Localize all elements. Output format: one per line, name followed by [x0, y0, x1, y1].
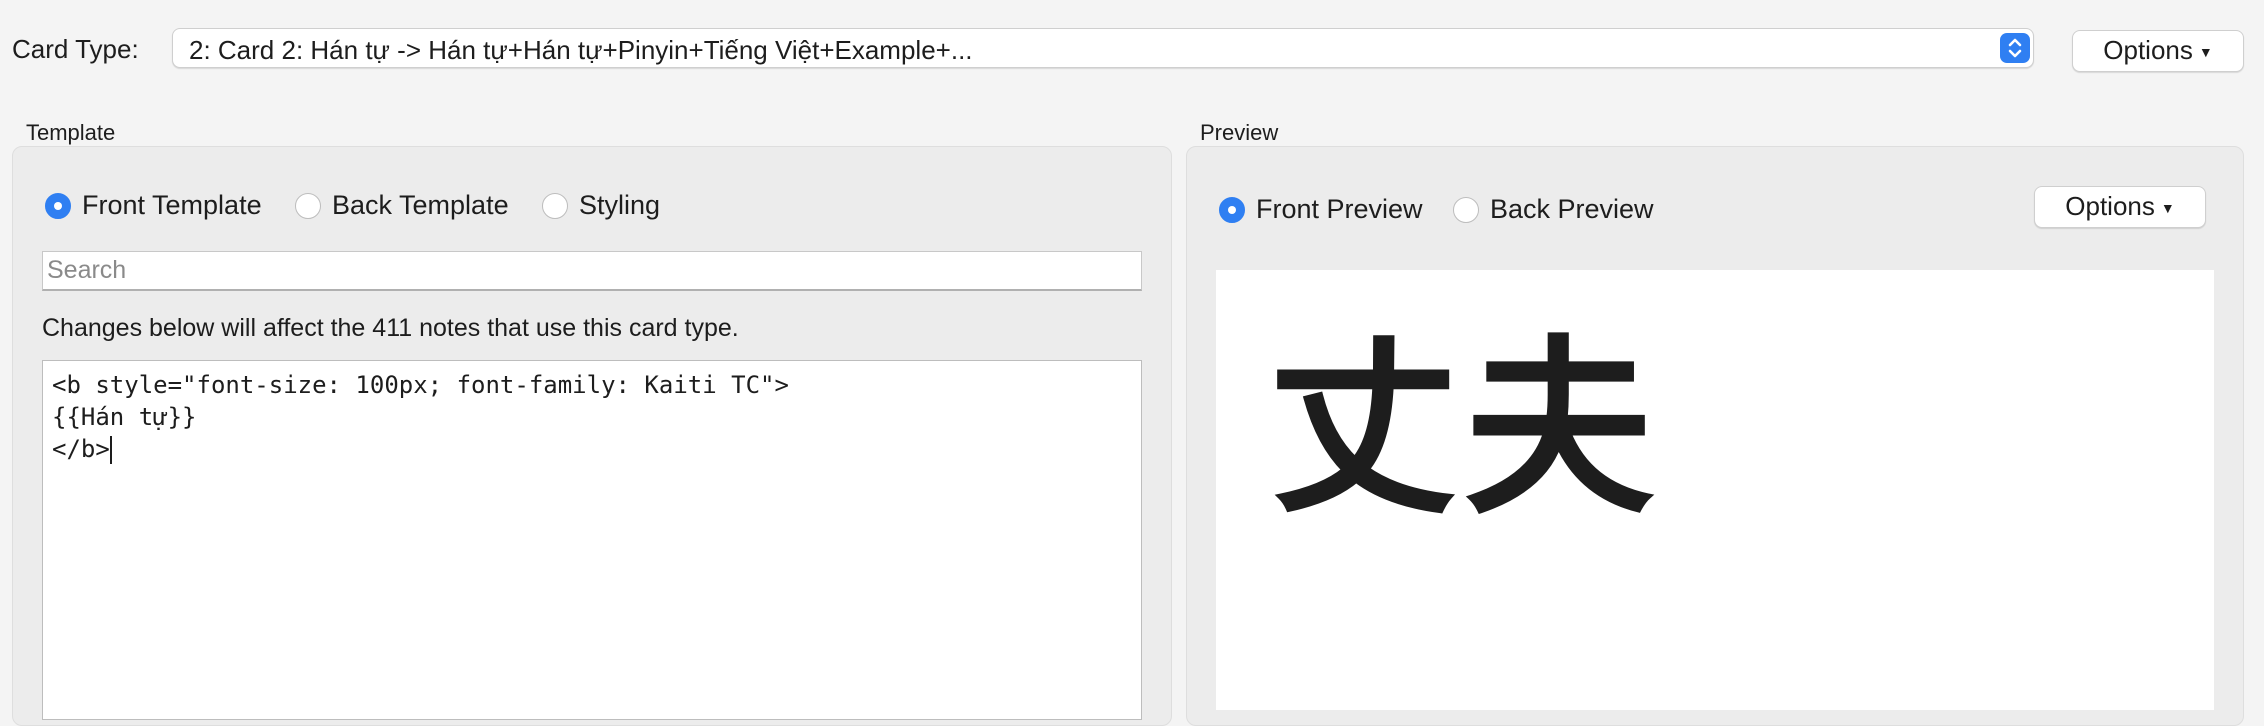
up-down-chevron-icon	[2000, 33, 2030, 63]
radio-dot-icon	[295, 192, 321, 219]
radio-front-preview-label: Front Preview	[1256, 194, 1423, 224]
dropdown-arrow-icon: ▼	[2160, 200, 2175, 217]
radio-back-preview-label: Back Preview	[1490, 194, 1654, 224]
card-type-label: Card Type:	[12, 34, 139, 64]
editor-line-last: </b>	[52, 433, 1132, 465]
options-button[interactable]: Options ▼	[2072, 30, 2244, 72]
preview-options-button[interactable]: Options ▼	[2034, 186, 2206, 228]
preview-group-label: Preview	[1200, 120, 1279, 145]
search-input[interactable]	[42, 251, 1142, 291]
radio-front-template[interactable]: Front Template	[45, 190, 262, 221]
radio-front-preview[interactable]: Front Preview	[1219, 194, 1423, 225]
radio-back-preview[interactable]: Back Preview	[1453, 194, 1654, 225]
radio-back-template-label: Back Template	[332, 190, 509, 220]
radio-dot-icon	[1453, 196, 1479, 223]
preview-options-button-label: Options	[2065, 191, 2155, 221]
template-group-label: Template	[26, 120, 116, 145]
card-preview-area: 丈夫	[1216, 270, 2214, 710]
radio-front-template-label: Front Template	[82, 190, 262, 220]
radio-dot-icon	[45, 192, 71, 219]
editor-line: <b style="font-size: 100px; font-family:…	[52, 371, 789, 399]
editor-line: {{Hán tự}}	[52, 403, 197, 431]
radio-dot-icon	[542, 192, 568, 219]
card-type-select[interactable]: 2: Card 2: Hán tự -> Hán tự+Hán tự+Pinyi…	[172, 28, 2034, 68]
radio-back-template[interactable]: Back Template	[295, 190, 509, 221]
card-type-selected-value: 2: Card 2: Hán tự -> Hán tự+Hán tự+Pinyi…	[189, 35, 973, 65]
changes-info-text: Changes below will affect the 411 notes …	[42, 314, 739, 342]
template-editor[interactable]: <b style="font-size: 100px; font-family:…	[42, 360, 1142, 720]
text-caret	[109, 436, 112, 464]
radio-styling-label: Styling	[579, 190, 661, 220]
radio-dot-icon	[1219, 196, 1245, 223]
options-button-label: Options	[2103, 35, 2193, 65]
preview-card-text: 丈夫	[1268, 317, 1661, 540]
dropdown-arrow-icon: ▼	[2198, 44, 2213, 61]
editor-line-text: </b>	[52, 435, 110, 463]
radio-styling[interactable]: Styling	[542, 190, 660, 221]
